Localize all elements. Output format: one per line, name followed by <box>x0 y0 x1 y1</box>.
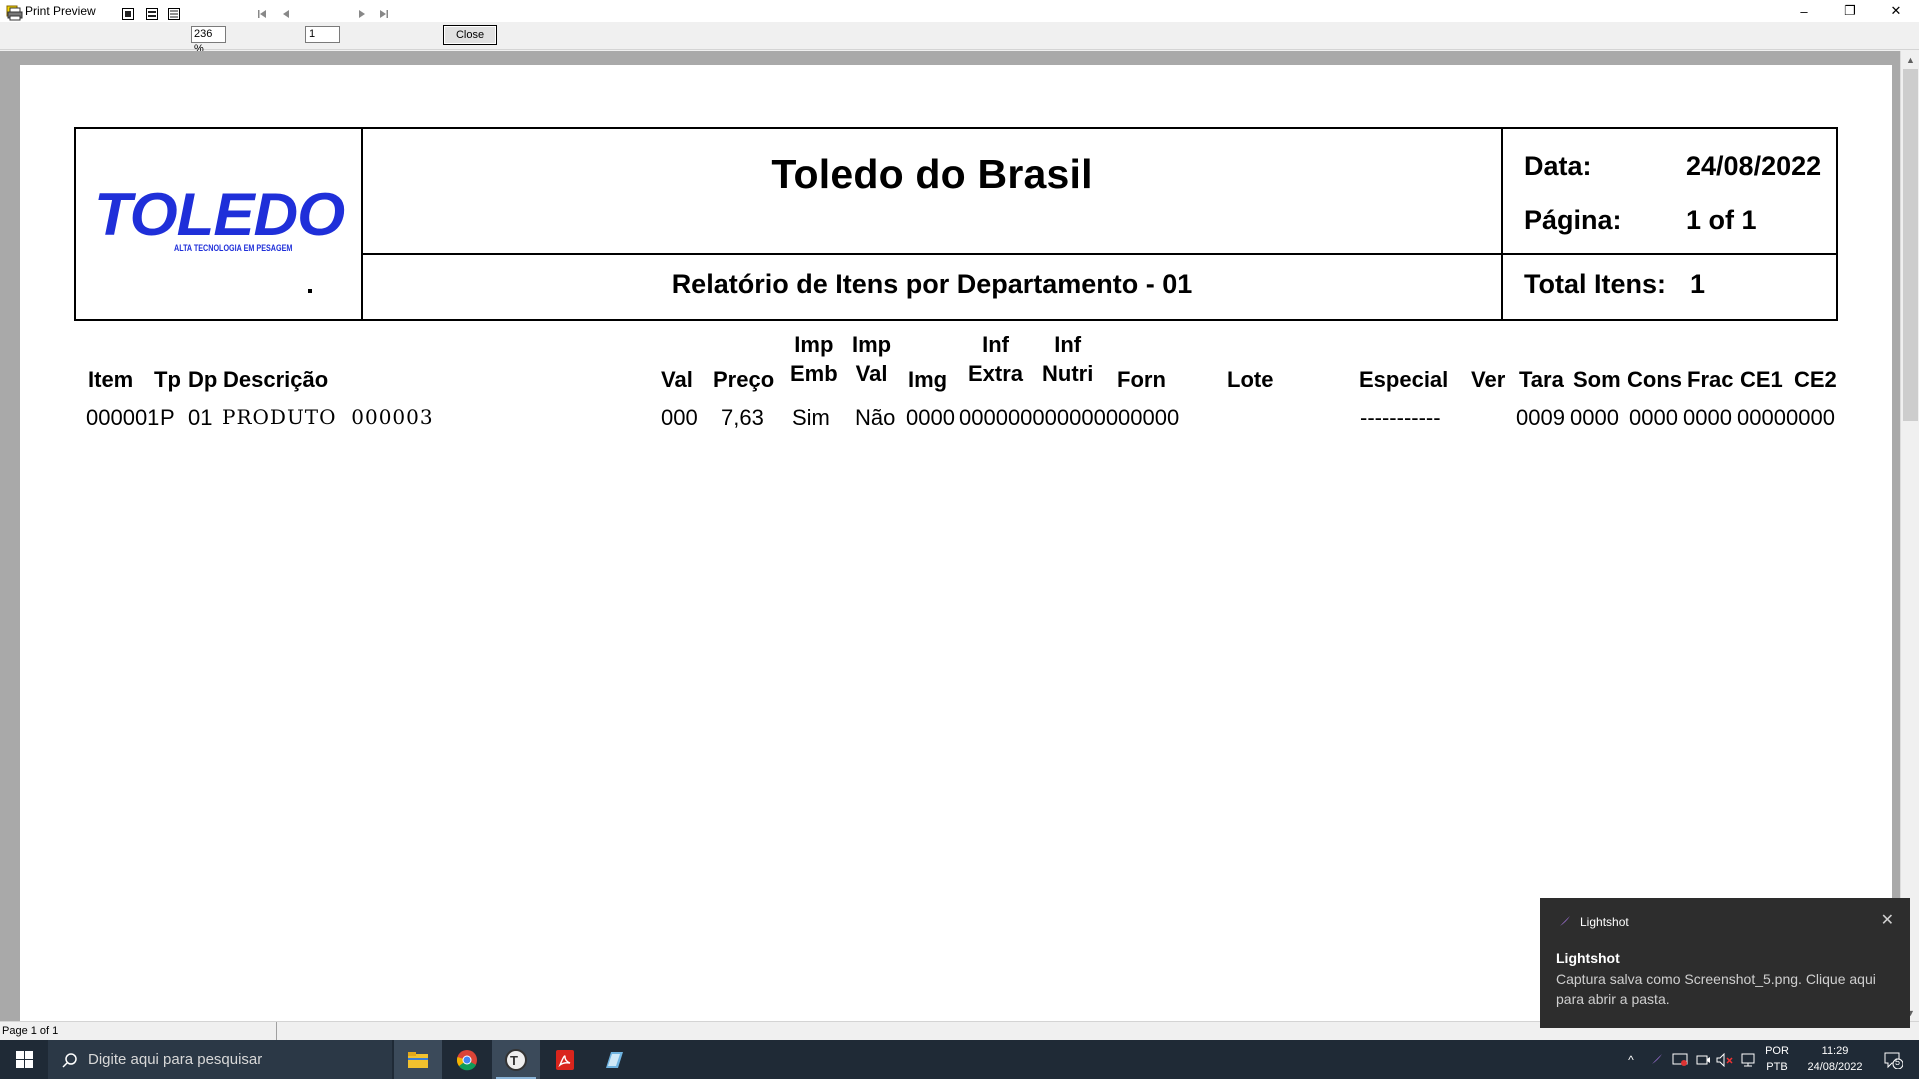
svg-text:T: T <box>510 1053 518 1068</box>
cell-frac: 0000 <box>1683 405 1732 430</box>
cell-img: 0000 <box>906 405 955 430</box>
hundred-percent-icon[interactable] <box>166 4 182 24</box>
clock-date: 24/08/2022 <box>1807 1061 1863 1073</box>
page-width-icon[interactable] <box>144 4 160 24</box>
col-som: Som <box>1573 367 1621 392</box>
whole-page-icon[interactable] <box>120 4 136 24</box>
restore-button[interactable]: ❐ <box>1827 0 1873 22</box>
file-explorer-icon[interactable] <box>394 1040 442 1079</box>
zoom-input[interactable]: 236 % <box>191 26 226 55</box>
col-forn: Forn <box>1117 367 1166 392</box>
acrobat-icon[interactable] <box>541 1040 589 1079</box>
col-frac: Frac <box>1687 367 1734 392</box>
clock-time: 11:29 <box>1821 1045 1849 1057</box>
system-clock[interactable]: 11:29 24/08/2022 <box>1790 1043 1880 1075</box>
cell-som: 0000 <box>1570 405 1619 430</box>
col-img: Img <box>908 367 948 392</box>
scroll-up-icon[interactable]: ▲ <box>1901 51 1919 68</box>
col-tara: Tara <box>1519 367 1564 392</box>
cell-tp: P <box>160 405 175 430</box>
toledo-logo: TOLEDO ALTA TECNOLOGIA EM PESAGEM <box>94 181 345 254</box>
network-icon[interactable] <box>1736 1040 1760 1079</box>
next-page-icon[interactable] <box>355 4 369 24</box>
cell-cons: 0000 <box>1629 405 1678 430</box>
toast-title: Lightshot <box>1556 950 1620 966</box>
report-page: TOLEDO ALTA TECNOLOGIA EM PESAGEM Toledo… <box>20 65 1892 1025</box>
cell-imp-emb: Sim <box>792 405 830 430</box>
toast-close-icon[interactable]: ✕ <box>1881 910 1894 930</box>
preview-area[interactable]: TOLEDO ALTA TECNOLOGIA EM PESAGEM Toledo… <box>0 51 1900 1025</box>
search-icon <box>62 1052 78 1068</box>
prev-page-icon[interactable] <box>279 4 293 24</box>
page-number-input[interactable]: 1 <box>305 26 340 43</box>
camera-tray-icon[interactable] <box>1692 1040 1714 1079</box>
date-value: 24/08/2022 <box>1686 151 1822 181</box>
col-ce1: CE1 <box>1740 367 1783 392</box>
cell-ce2: 0000 <box>1786 405 1835 430</box>
col-imp-val: Imp Val <box>852 332 892 386</box>
report-header: TOLEDO ALTA TECNOLOGIA EM PESAGEM Toledo… <box>74 127 1838 321</box>
report-title: Relatório de Itens por Departamento - 01 <box>671 269 1193 299</box>
col-ce2: CE2 <box>1794 367 1837 392</box>
lightshot-tray-icon[interactable] <box>1644 1040 1668 1079</box>
col-inf-nutri: Inf Nutri <box>1042 332 1094 386</box>
cell-dp: 01 <box>188 405 213 430</box>
col-dp: Dp <box>188 367 218 392</box>
col-lote: Lote <box>1227 367 1274 392</box>
date-label: Data: <box>1524 151 1592 181</box>
company-name: Toledo do Brasil <box>771 151 1093 197</box>
window-title: Print Preview <box>25 4 96 18</box>
lightshot-notification[interactable]: Lightshot ✕ Lightshot Captura salva como… <box>1540 898 1910 1028</box>
cell-descricao: PRODUTO 000003 <box>222 405 434 429</box>
notepad-app-icon[interactable] <box>590 1040 638 1079</box>
cell-tara: 0009 <box>1516 405 1565 430</box>
col-ver: Ver <box>1471 367 1506 392</box>
windows-start-icon[interactable] <box>0 1040 48 1079</box>
cell-ce1: 0000 <box>1737 405 1786 430</box>
search-placeholder: Digite aqui para pesquisar <box>88 1051 263 1068</box>
cell-extra-nutri-forn: 000000000000000000 <box>959 405 1180 430</box>
total-items-label: Total Itens: <box>1524 269 1667 299</box>
toolbar <box>0 22 1919 50</box>
toast-header: Lightshot <box>1556 914 1629 930</box>
security-tray-icon[interactable] <box>1668 1040 1692 1079</box>
chrome-icon[interactable] <box>443 1040 491 1079</box>
close-preview-button[interactable]: Close <box>443 25 497 45</box>
show-hidden-icons[interactable]: ^ <box>1620 1040 1642 1079</box>
col-especial: Especial <box>1359 367 1449 392</box>
print-icon[interactable] <box>4 4 26 24</box>
col-inf-extra: Inf Extra <box>968 332 1024 386</box>
col-cons: Cons <box>1627 367 1682 392</box>
page-value: 1 of 1 <box>1686 205 1757 235</box>
scroll-thumb[interactable] <box>1903 69 1918 421</box>
page-label: Página: <box>1524 205 1622 235</box>
minimize-button[interactable]: – <box>1781 0 1827 22</box>
first-page-icon[interactable] <box>255 4 269 24</box>
toledo-app-icon[interactable]: T <box>492 1040 540 1079</box>
toast-body: Captura salva como Screenshot_5.png. Cli… <box>1556 971 1876 1007</box>
col-descricao: Descrição <box>223 367 329 392</box>
volume-muted-icon[interactable] <box>1714 1040 1736 1079</box>
cell-especial: ----------- <box>1360 405 1441 430</box>
action-center-icon[interactable]: 5 <box>1876 1040 1910 1079</box>
feather-icon <box>1556 914 1572 930</box>
col-val: Val <box>661 367 693 392</box>
status-page: Page 1 of 1 <box>0 1022 277 1040</box>
cell-preco: 7,63 <box>721 405 764 430</box>
col-tp: Tp <box>154 367 181 392</box>
vertical-scrollbar[interactable]: ▲ ▼ <box>1900 51 1919 1021</box>
notification-count: 5 <box>1895 1057 1901 1067</box>
col-imp-emb: Imp Emb <box>790 332 838 386</box>
col-preco: Preço <box>713 367 775 392</box>
col-item: Item <box>88 367 134 392</box>
last-page-icon[interactable] <box>377 4 391 24</box>
taskbar-search[interactable]: Digite aqui para pesquisar <box>48 1040 392 1079</box>
cell-item: 000001 <box>86 405 160 430</box>
cell-imp-val: Não <box>855 405 896 430</box>
close-window-button[interactable]: ✕ <box>1873 0 1919 22</box>
total-items-value: 1 <box>1690 269 1706 299</box>
taskbar: Digite aqui para pesquisar T ^ POR PTB 1… <box>0 1040 1919 1079</box>
input-language[interactable]: POR PTB <box>1762 1043 1792 1075</box>
cell-val: 000 <box>661 405 698 430</box>
